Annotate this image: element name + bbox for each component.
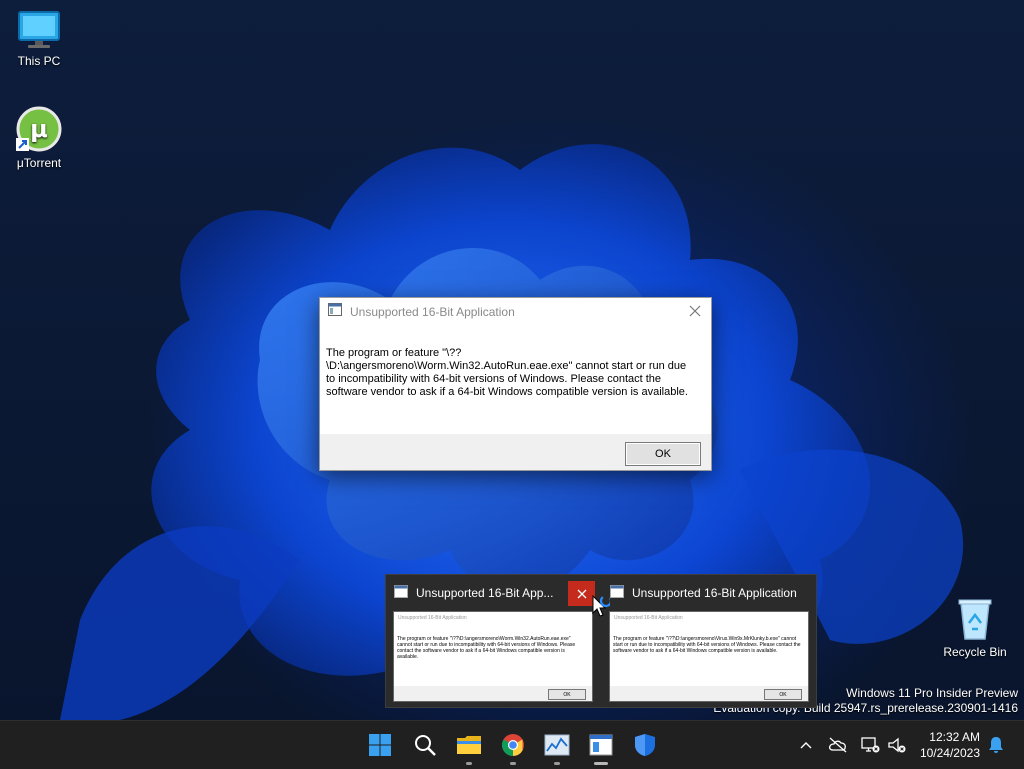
mini-dialog-footer: OK: [394, 686, 592, 701]
mini-dialog-title: Unsupported 16-Bit Application: [614, 615, 683, 621]
start-icon: [369, 734, 391, 756]
taskbar-clock[interactable]: 12:32 AM 10/24/2023: [920, 729, 980, 761]
monitor-icon: [17, 10, 61, 50]
desktop-icon-label: This PC: [17, 54, 61, 68]
mini-ok-button: OK: [548, 689, 586, 700]
taskbar-thumbnail-flyout: Unsupported 16-Bit App... Unsupported 16…: [385, 574, 817, 708]
taskbar-dialog-window[interactable]: [581, 721, 621, 769]
chevron-up-icon: [800, 742, 812, 749]
taskbar-file-explorer[interactable]: [449, 721, 489, 769]
dialog-title: Unsupported 16-Bit Application: [350, 305, 515, 319]
app-window-icon: [394, 585, 408, 601]
thumbnail-close-button[interactable]: [568, 581, 595, 606]
utorrent-icon: μ: [16, 106, 62, 152]
close-icon: [689, 305, 701, 317]
thumbnail-title: Unsupported 16-Bit Application: [632, 586, 797, 600]
dialog-titlebar[interactable]: Unsupported 16-Bit Application: [320, 298, 711, 326]
app-window-icon: [610, 585, 624, 601]
dialog-window-icon: [589, 734, 613, 756]
speaker-muted-icon: [888, 737, 906, 753]
clock-date: 10/24/2023: [919, 746, 980, 760]
show-hidden-icons-button[interactable]: [795, 721, 817, 769]
thumbnail-title: Unsupported 16-Bit App...: [416, 586, 554, 600]
notifications-button[interactable]: [984, 721, 1008, 769]
tray-onedrive[interactable]: [826, 721, 850, 769]
thumbnail-window-2[interactable]: Unsupported 16-Bit Application Unsupport…: [602, 575, 812, 707]
tray-network[interactable]: [858, 721, 882, 769]
taskbar-windows-security[interactable]: [625, 721, 665, 769]
thumbnail-title-bar: Unsupported 16-Bit Application: [610, 583, 797, 603]
network-disconnected-icon: [861, 737, 880, 753]
file-explorer-icon: [457, 736, 481, 754]
unsupported-app-dialog: Unsupported 16-Bit Application The progr…: [319, 297, 712, 471]
desktop-icon-label: μTorrent: [16, 156, 62, 170]
desktop-icon-this-pc[interactable]: This PC: [1, 10, 77, 68]
taskbar-chrome[interactable]: [493, 721, 533, 769]
svg-text:μ: μ: [30, 115, 48, 143]
running-indicator: [594, 762, 608, 765]
start-button[interactable]: [360, 721, 400, 769]
mini-ok-button: OK: [764, 689, 802, 700]
cloud-offline-icon: [828, 737, 847, 753]
thumbnail-window-1[interactable]: Unsupported 16-Bit App... Unsupported 16…: [386, 575, 596, 707]
dialog-footer: OK: [320, 434, 711, 470]
task-manager-icon: [544, 734, 570, 756]
thumbnail-title-bar: Unsupported 16-Bit App...: [394, 583, 553, 603]
mini-dialog-footer: OK: [610, 686, 808, 701]
thumbnail-preview: Unsupported 16-Bit Application The progr…: [609, 611, 809, 702]
chrome-icon: [502, 734, 524, 756]
mini-dialog-message: The program or feature "\??\D:\angersmor…: [613, 636, 801, 654]
search-icon: [415, 735, 436, 756]
mini-dialog-message: The program or feature "\??\D:\angersmor…: [397, 636, 576, 660]
mouse-cursor-icon: [592, 594, 613, 624]
dialog-close-button[interactable]: [687, 303, 703, 319]
running-indicator: [554, 762, 560, 765]
bell-icon: [989, 737, 1003, 753]
taskbar: 12:32 AM 10/24/2023: [0, 720, 1024, 769]
recycle-bin-icon: [955, 597, 995, 641]
running-indicator: [510, 762, 516, 765]
running-indicator: [466, 762, 472, 765]
desktop-icon-utorrent[interactable]: μ μTorrent: [1, 106, 77, 170]
search-button[interactable]: [405, 721, 445, 769]
desktop-icon-recycle-bin[interactable]: Recycle Bin: [937, 597, 1013, 659]
ok-button[interactable]: OK: [625, 442, 701, 466]
mini-dialog-title: Unsupported 16-Bit Application: [398, 615, 467, 621]
security-shield-icon: [635, 734, 655, 756]
tray-volume[interactable]: [885, 721, 909, 769]
clock-time: 12:32 AM: [929, 730, 980, 744]
close-icon: [577, 589, 586, 598]
taskbar-task-manager[interactable]: [537, 721, 577, 769]
thumbnail-preview: Unsupported 16-Bit Application The progr…: [393, 611, 593, 702]
app-window-icon: [328, 303, 342, 321]
desktop: This PC μ μTorrent Recycle Bin Windows 1…: [0, 0, 1024, 720]
dialog-message: The program or feature "\??\D:\angersmor…: [326, 347, 688, 398]
desktop-icon-label: Recycle Bin: [943, 645, 1007, 659]
